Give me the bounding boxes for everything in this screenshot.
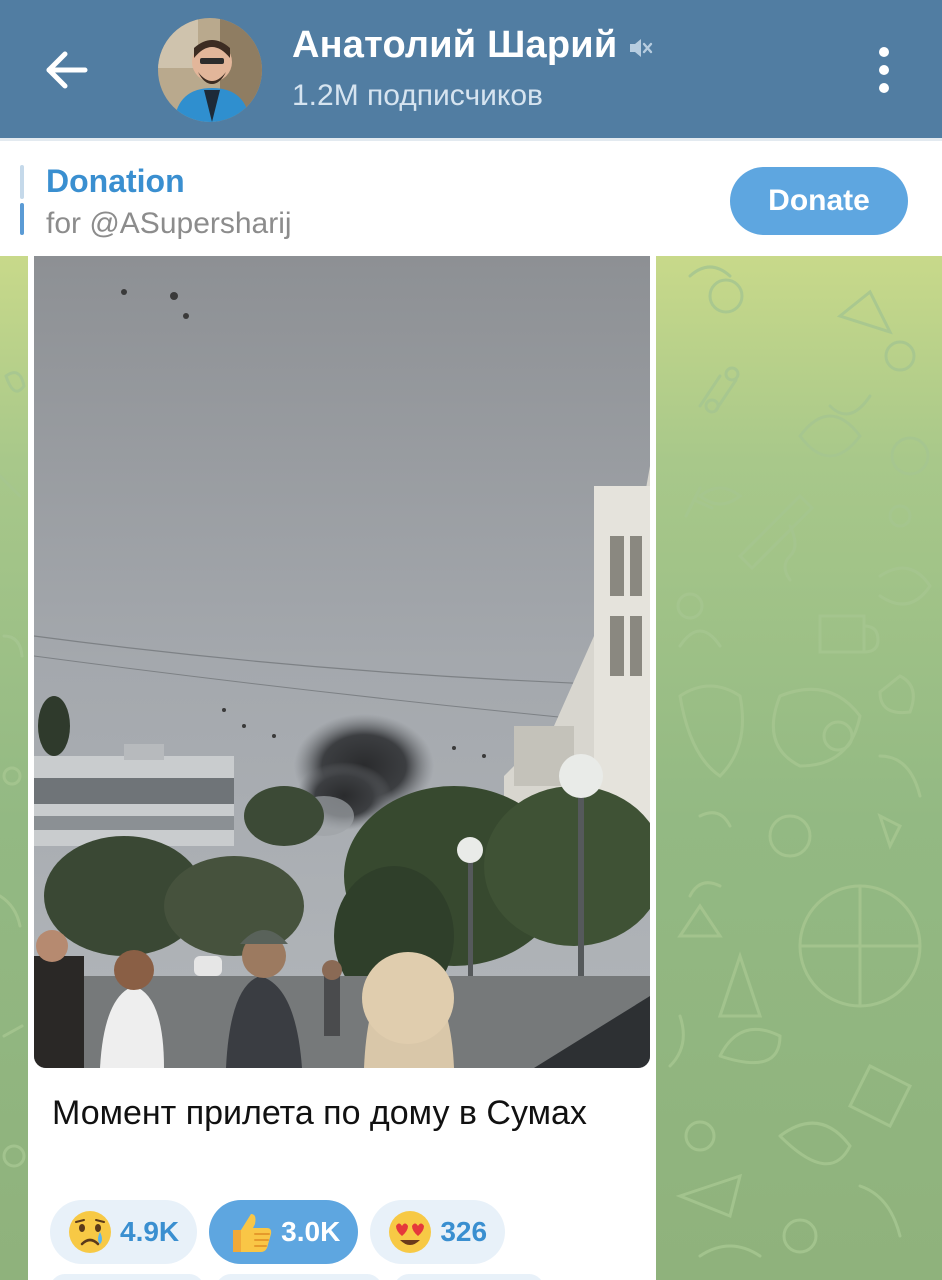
pinned-message-bar[interactable]: Donation for @ASupersharij Donate [0,138,942,256]
reaction-count: 326 [440,1216,488,1247]
reaction-thumbs-up[interactable]: 3.0K [209,1200,359,1264]
thumbs-up-icon [233,1214,272,1252]
arrow-left-icon [46,51,88,89]
video-preview[interactable] [34,256,650,1068]
reaction-partial[interactable] [394,1274,544,1280]
reaction-heart-eyes[interactable]: 326 [370,1200,506,1264]
muted-speaker-icon [630,38,653,57]
subscriber-count: 1.2M подписчиков [292,79,543,112]
chat-header: Анатолий Шарий 1.2M подписчиков [0,0,942,138]
channel-avatar[interactable] [158,18,262,122]
pinned-subtitle: for @ASupersharij [46,207,292,240]
more-menu-button[interactable] [856,40,912,100]
back-button[interactable] [30,34,102,106]
message-bubble[interactable]: Момент прилета по дому в Сумах 4.9K 3.0K… [28,256,656,1280]
reaction-count: 3.0K [281,1216,341,1247]
pinned-indicator-active [20,203,24,235]
chat-area: Момент прилета по дому в Сумах 4.9K 3.0K… [0,256,942,1280]
message-caption: Момент прилета по дому в Сумах [52,1094,587,1132]
heart-eyes-face-icon [389,1211,432,1253]
crying-face-icon [69,1211,111,1253]
pinned-title: Donation [46,163,185,199]
reaction-partial[interactable] [216,1274,382,1280]
reactions-row: 4.9K 3.0K 326 [50,1200,506,1264]
reaction-crying[interactable]: 4.9K [50,1200,198,1264]
channel-title: Анатолий Шарий [292,24,618,66]
more-vertical-icon [879,47,889,57]
donate-button[interactable]: Donate [730,167,908,235]
reaction-count: 4.9K [120,1216,180,1247]
reaction-partial[interactable] [50,1274,204,1280]
pinned-indicator-inactive [20,165,24,199]
channel-info[interactable]: Анатолий Шарий 1.2M подписчиков [292,24,653,113]
